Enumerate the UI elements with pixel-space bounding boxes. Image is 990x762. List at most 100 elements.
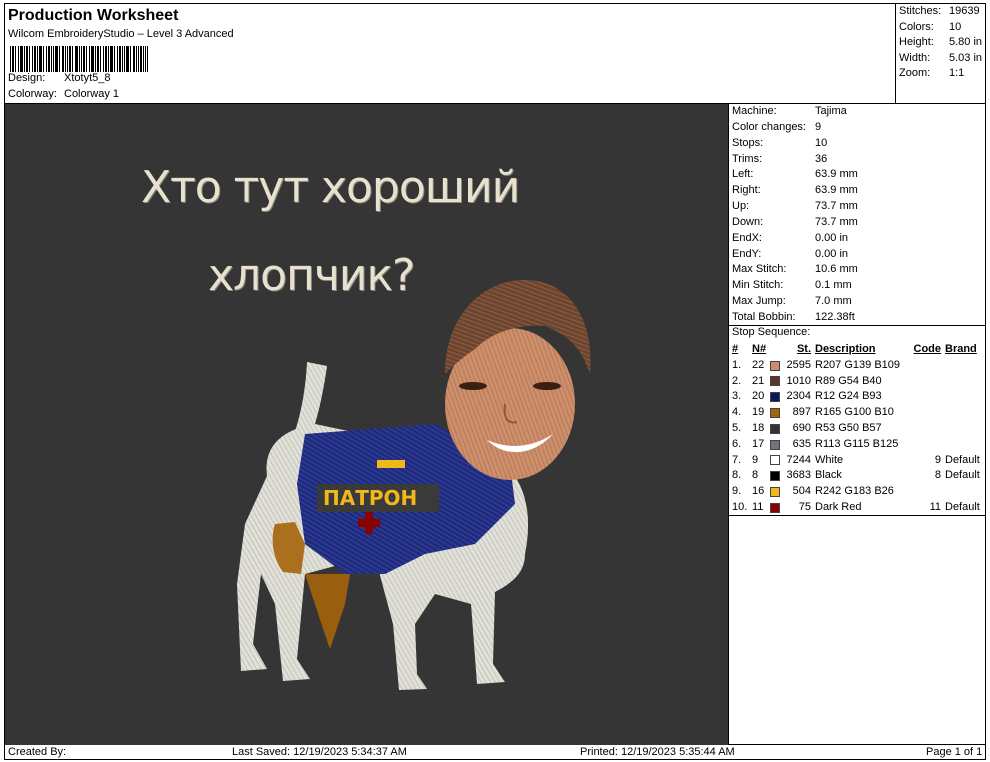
row-index: 3.: [732, 390, 742, 403]
max-stitch-row: Max Stitch: 10.6 mm: [729, 262, 986, 278]
row-stitches: 897: [792, 406, 811, 419]
row-color-swatch: [768, 471, 782, 482]
row-index: 10.: [732, 500, 748, 513]
color-swatch: [770, 455, 780, 466]
row-color-swatch: [768, 408, 782, 419]
row-needle: 20: [752, 390, 765, 403]
table-row: 1. 22 2595 R207 G139 B109: [729, 358, 986, 374]
left-value: 63.9 mm: [815, 168, 858, 181]
color-swatch: [770, 487, 780, 498]
design-preview[interactable]: Хто тут хороший хлопчик? ПАТРОН: [5, 104, 728, 745]
max-stitch-label: Max Stitch:: [732, 263, 787, 276]
design-name-row: Design: Xtotyt5_8: [8, 72, 110, 84]
design-value: Xtotyt5_8: [64, 72, 111, 84]
right-value: 63.9 mm: [815, 184, 858, 197]
embroidery-dog-artwork: ПАТРОН: [237, 279, 591, 690]
machine-label: Machine:: [732, 105, 777, 117]
row-needle: 21: [752, 374, 765, 387]
total-bobbin-row: Total Bobbin: 122.38ft: [729, 310, 986, 326]
stops-row: Stops: 10: [729, 136, 986, 152]
machine-row: Machine: Tajima: [729, 104, 986, 120]
color-swatch: [770, 502, 780, 513]
header-needle: N#: [752, 343, 767, 355]
row-color-swatch: [768, 439, 782, 450]
stat-label: Height:: [899, 36, 934, 49]
row-description: Dark Red: [815, 500, 862, 513]
header-description: Description: [815, 343, 876, 355]
stat-colors: Colors: 10: [899, 20, 983, 36]
total-bobbin-value: 122.38ft: [815, 310, 855, 323]
row-needle: 9: [752, 453, 759, 466]
row-index: 6.: [732, 437, 742, 450]
color-swatch: [770, 392, 780, 403]
header-code: Code: [913, 343, 942, 355]
machine-info-panel: Machine: Tajima Color changes: 9 Stops: 10 …: [729, 104, 986, 326]
min-stitch-label: Min Stitch:: [732, 279, 784, 292]
patch-text: ПАТРОН: [323, 486, 417, 510]
stat-label: Colors:: [899, 20, 934, 33]
table-row: 5. 18 690 R53 G50 B57: [729, 421, 986, 437]
colorway-label: Colorway:: [8, 88, 57, 100]
row-index: 8.: [732, 469, 742, 482]
up-value: 73.7 mm: [815, 200, 858, 213]
stop-sequence-title: Stop Sequence:: [732, 326, 811, 338]
table-row: 3. 20 2304 R12 G24 B93: [729, 389, 986, 405]
color-swatch: [770, 408, 780, 419]
row-index: 2.: [732, 374, 742, 387]
row-index: 4.: [732, 406, 742, 419]
row-stitches: 2595: [786, 358, 811, 371]
trims-label: Trims:: [732, 152, 763, 165]
left-label: Left:: [732, 168, 754, 181]
stat-height: Height: 5.80 in: [899, 35, 983, 51]
table-row: 2. 21 1010 R89 G54 B40: [729, 374, 986, 390]
row-index: 5.: [732, 421, 742, 434]
row-stitches: 2304: [786, 390, 811, 403]
color-swatch: [770, 439, 780, 450]
footer-last-saved: Last Saved: 12/19/2023 5:34:37 AM: [232, 746, 407, 758]
row-stitches: 690: [792, 421, 811, 434]
max-stitch-value: 10.6 mm: [815, 263, 858, 276]
color-swatch: [770, 360, 780, 371]
row-brand: Default: [945, 500, 980, 513]
stop-sequence-table: # N# St. Description Code Brand 1. 22 2595…: [729, 342, 986, 516]
down-row: Down: 73.7 mm: [729, 215, 986, 231]
table-row: 8. 8 3683 Black 8 Default: [729, 468, 986, 484]
header-brand: Brand: [945, 343, 977, 355]
max-jump-label: Max Jump:: [732, 295, 786, 308]
design-label: Design:: [8, 72, 46, 84]
down-label: Down:: [732, 215, 764, 228]
row-code: 11: [929, 500, 941, 513]
row-color-swatch: [768, 502, 782, 513]
right-row: Right: 63.9 mm: [729, 183, 986, 199]
endy-label: EndY:: [732, 247, 762, 260]
down-value: 73.7 mm: [815, 215, 858, 228]
stops-label: Stops:: [732, 136, 764, 149]
table-row: 4. 19 897 R165 G100 B10: [729, 405, 986, 421]
row-description: R207 G139 B109: [815, 358, 901, 371]
stat-value: 1:1: [949, 67, 965, 80]
row-description: R12 G24 B93: [815, 390, 882, 403]
row-index: 7.: [732, 453, 742, 466]
row-needle: 16: [752, 485, 765, 498]
endy-value: 0.00 in: [815, 247, 849, 260]
stat-value: 5.80 in: [949, 36, 983, 49]
stat-label: Width:: [899, 51, 931, 64]
row-stitches: 7244: [786, 453, 811, 466]
max-jump-value: 7.0 mm: [815, 295, 852, 308]
stat-label: Stitches:: [899, 5, 942, 17]
table-row: 10. 11 75 Dark Red 11 Default: [729, 500, 986, 516]
color-changes-label: Color changes:: [732, 120, 806, 133]
row-needle: 8: [752, 469, 759, 482]
footer-page-number: Page 1 of 1: [926, 746, 983, 758]
row-description: R165 G100 B10: [815, 406, 894, 419]
endx-row: EndX: 0.00 in: [729, 231, 986, 247]
min-stitch-row: Min Stitch: 0.1 mm: [729, 278, 986, 294]
stat-value: 5.03 in: [949, 51, 983, 64]
endx-label: EndX:: [732, 231, 762, 244]
stats-panel: Stitches: 19639 Colors: 10 Height: 5.80 in …: [895, 3, 986, 104]
stat-value: 10: [949, 20, 962, 33]
row-stitches: 3683: [786, 469, 811, 482]
header-index: #: [732, 343, 739, 355]
right-label: Right:: [732, 184, 761, 197]
total-bobbin-label: Total Bobbin:: [732, 310, 796, 323]
